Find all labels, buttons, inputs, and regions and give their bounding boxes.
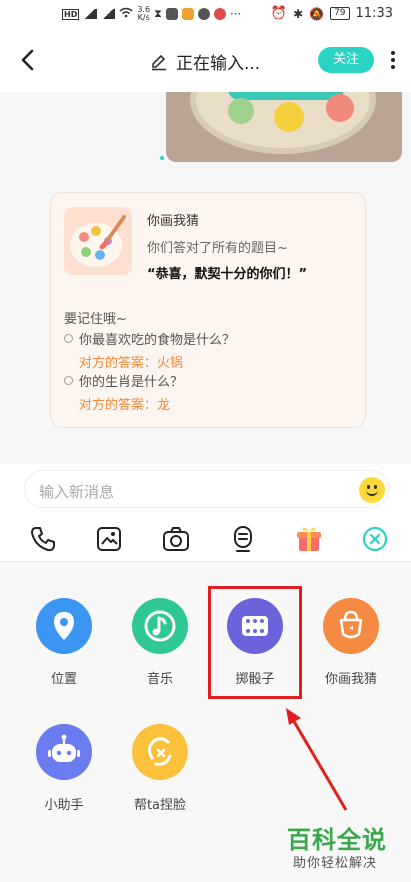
card-subtitle: 你们答对了所有的题目~ <box>147 241 288 256</box>
paint-dot <box>274 102 304 132</box>
more-notifications-icon: ··· <box>229 7 242 21</box>
bullet-circle-icon <box>64 334 73 343</box>
input-row: 输入新消息 <box>0 464 411 516</box>
signal-icon-2 <box>101 9 116 19</box>
paint-dot <box>326 94 354 122</box>
chevron-left-icon <box>21 49 34 71</box>
wifi-icon <box>119 7 133 21</box>
status-bar: HD 3.6 K/s ⧗ ··· ⏰ ✱ 🔕 79 11:33 <box>0 0 411 30</box>
phone-icon[interactable] <box>28 524 58 554</box>
palette-icon <box>64 207 132 275</box>
qq-icon <box>165 8 178 20</box>
message-input[interactable]: 输入新消息 <box>24 470 390 508</box>
toolbar <box>0 516 411 562</box>
chat-area[interactable]: 你画我猜 你们答对了所有的题目~ “恭喜，默契十分的你们！” 要记住哦~ 你最喜… <box>0 92 411 464</box>
app-label: 小助手 <box>44 798 84 813</box>
chat-header: 正在输入... 关注 <box>0 30 411 92</box>
voice-icon[interactable] <box>228 524 258 554</box>
location-icon <box>36 598 92 654</box>
mute-icon: 🔕 <box>309 6 325 21</box>
page-title: 正在输入... <box>176 54 261 74</box>
title-area: 正在输入... <box>150 49 260 74</box>
follow-button[interactable]: 关注 <box>318 47 374 73</box>
app-location[interactable]: 位置 <box>24 598 104 687</box>
watermark-logo: 百科全说 <box>287 826 387 854</box>
app-face-pinch[interactable]: 帮ta捏脸 <box>120 724 200 813</box>
status-right: ⏰ ✱ 🔕 79 11:33 <box>271 6 393 21</box>
bluetooth-icon: ✱ <box>293 6 304 21</box>
input-placeholder: 输入新消息 <box>39 483 115 501</box>
pencil-icon <box>152 54 166 70</box>
qa-question: 你的生肖是什么？ <box>79 375 184 390</box>
hourglass-icon: ⧗ <box>154 7 162 20</box>
signal-icon <box>83 9 98 19</box>
app-label: 帮ta捏脸 <box>133 798 187 813</box>
gift-icon[interactable] <box>294 524 324 554</box>
highlight-box <box>208 586 302 699</box>
network-speed: 3.6 K/s <box>137 5 151 22</box>
watermark-tagline: 助你轻松解决 <box>293 856 378 871</box>
app-label: 位置 <box>50 672 77 687</box>
app-draw-guess[interactable]: 你画我猜 <box>311 598 391 687</box>
clock: 11:33 <box>355 6 393 21</box>
music-icon <box>132 598 188 654</box>
robot-icon <box>36 724 92 780</box>
image-icon[interactable] <box>94 524 124 554</box>
app-assistant[interactable]: 小助手 <box>24 724 104 813</box>
qa-item: 你最喜欢吃的食物是什么？ 对方的答案：火锅 <box>64 329 235 371</box>
app-music[interactable]: 音乐 <box>120 598 200 687</box>
card-title: 你画我猜 <box>147 214 200 229</box>
close-icon[interactable] <box>360 524 390 554</box>
battery-indicator: 79 <box>330 7 350 20</box>
weibo-icon <box>213 8 226 20</box>
game-result-card[interactable]: 你画我猜 你们答对了所有的题目~ “恭喜，默契十分的你们！” 要记住哦~ 你最喜… <box>50 192 366 428</box>
app-label: 音乐 <box>146 672 173 687</box>
qa-question: 你最喜欢吃的食物是什么？ <box>79 333 236 348</box>
camera-icon[interactable] <box>161 524 191 554</box>
remember-label: 要记住哦~ <box>64 312 127 327</box>
more-options-icon[interactable] <box>390 49 396 71</box>
card-quote: “恭喜，默契十分的你们！” <box>147 267 308 282</box>
qa-answer: 对方的答案：龙 <box>79 398 171 413</box>
status-dot <box>160 156 164 160</box>
chat-bubble-icon <box>197 8 210 20</box>
image-message[interactable] <box>166 92 402 162</box>
paint-dot <box>228 98 254 124</box>
face-pinch-icon <box>132 724 188 780</box>
emoji-icon[interactable] <box>359 477 385 503</box>
status-left: HD 3.6 K/s ⧗ ··· <box>62 6 241 22</box>
draw-guess-icon <box>323 598 379 654</box>
bullet-circle-icon <box>64 376 73 385</box>
qa-item: 你的生肖是什么？ 对方的答案：龙 <box>64 371 183 413</box>
app-label: 你画我猜 <box>324 672 377 687</box>
alarm-icon: ⏰ <box>270 6 288 21</box>
network-type: HD <box>62 8 80 20</box>
back-button[interactable] <box>14 46 42 74</box>
qa-answer: 对方的答案：火锅 <box>79 356 184 371</box>
mail-icon <box>181 8 194 20</box>
